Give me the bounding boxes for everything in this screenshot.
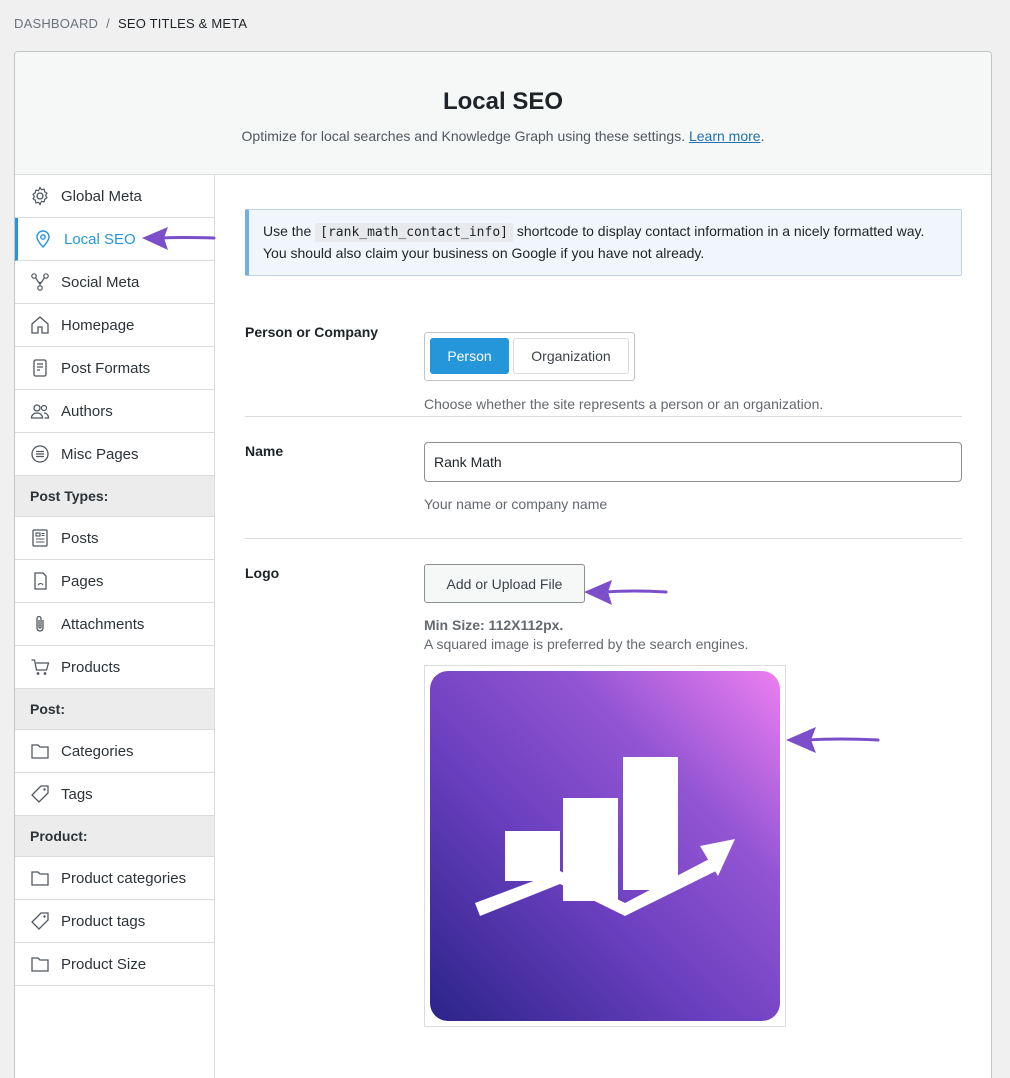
sidebar-item-label: Product Size bbox=[61, 955, 147, 973]
page-description-text: Optimize for local searches and Knowledg… bbox=[241, 128, 686, 144]
person-or-company-label: Person or Company bbox=[245, 324, 379, 340]
share-nodes-icon bbox=[29, 271, 51, 293]
sidebar-item-product-categories[interactable]: Product categories bbox=[15, 857, 215, 900]
sidebar-heading-post-types: Post Types: bbox=[15, 476, 215, 517]
breadcrumb-dashboard-link[interactable]: DASHBOARD bbox=[14, 16, 98, 31]
page-title: Local SEO bbox=[442, 88, 564, 115]
annotation-arrow-left bbox=[786, 727, 880, 753]
sidebar-item-categories[interactable]: Categories bbox=[15, 730, 215, 773]
folder-icon bbox=[29, 867, 51, 889]
person-company-toggle: Person Organization bbox=[424, 332, 635, 381]
paperclip-icon bbox=[29, 613, 51, 635]
main-content: Use the [rank_math_contact_info] shortco… bbox=[245, 209, 962, 1027]
sidebar-item-label: Global Meta bbox=[61, 187, 142, 205]
page-icon bbox=[29, 570, 51, 592]
name-control: Rank Math Your name or company name bbox=[424, 442, 962, 512]
list-circle-icon bbox=[29, 443, 51, 465]
logo-preview[interactable] bbox=[424, 665, 786, 1027]
sidebar-item-label: Authors bbox=[61, 402, 113, 420]
sidebar-item-label: Product tags bbox=[61, 912, 146, 930]
person-option-button[interactable]: Person bbox=[430, 338, 509, 374]
logo-label: Logo bbox=[245, 565, 280, 581]
sidebar-item-post-formats[interactable]: Post Formats bbox=[15, 347, 215, 390]
sidebar-item-product-size[interactable]: Product Size bbox=[15, 943, 215, 986]
sidebar-item-label: Posts bbox=[61, 529, 99, 547]
breadcrumb-separator: / bbox=[106, 16, 110, 31]
content-divider bbox=[214, 175, 215, 1078]
annotation-arrow-left bbox=[142, 227, 216, 250]
folder-icon bbox=[29, 953, 51, 975]
settings-sidebar: Global Meta Local SEO Social Meta Homepa… bbox=[15, 175, 215, 986]
divider bbox=[245, 538, 962, 539]
gear-icon bbox=[29, 185, 51, 207]
name-input[interactable]: Rank Math bbox=[424, 442, 962, 482]
sidebar-item-label: Product categories bbox=[61, 869, 187, 887]
breadcrumb: DASHBOARD / SEO TITLES & META bbox=[14, 16, 247, 31]
sidebar-item-global-meta[interactable]: Global Meta bbox=[15, 175, 215, 218]
name-label: Name bbox=[245, 443, 284, 459]
breadcrumb-current: SEO TITLES & META bbox=[117, 16, 248, 31]
shortcode-notice: Use the [rank_math_contact_info] shortco… bbox=[245, 209, 962, 276]
home-icon bbox=[29, 314, 51, 336]
rank-math-logo-image bbox=[430, 671, 780, 1021]
sidebar-item-label: Tags bbox=[61, 785, 93, 803]
cart-icon bbox=[29, 656, 51, 678]
person-or-company-help: Choose whether the site represents a per… bbox=[424, 396, 824, 412]
sidebar-item-pages[interactable]: Pages bbox=[15, 560, 215, 603]
sidebar-item-authors[interactable]: Authors bbox=[15, 390, 215, 433]
rank-math-logo-mark bbox=[475, 757, 735, 916]
sidebar-item-attachments[interactable]: Attachments bbox=[15, 603, 215, 646]
name-help: Your name or company name bbox=[424, 496, 608, 512]
tag-icon bbox=[29, 910, 51, 932]
users-icon bbox=[29, 400, 51, 422]
annotation-arrow-left bbox=[584, 580, 668, 605]
add-or-upload-file-button[interactable]: Add or Upload File bbox=[424, 564, 585, 603]
tag-icon bbox=[29, 783, 51, 805]
learn-more-link[interactable]: Learn more bbox=[689, 128, 761, 144]
sidebar-item-tags[interactable]: Tags bbox=[15, 773, 215, 816]
sidebar-item-label: Social Meta bbox=[61, 273, 140, 291]
sidebar-heading-post: Post: bbox=[15, 689, 215, 730]
page-header: Local SEO Optimize for local searches an… bbox=[15, 52, 991, 175]
location-pin-icon bbox=[32, 228, 54, 250]
logo-help: A squared image is preferred by the sear… bbox=[424, 636, 749, 652]
sidebar-item-label: Pages bbox=[61, 572, 104, 590]
settings-card: Local SEO Optimize for local searches an… bbox=[14, 51, 992, 1078]
sidebar-item-label: Homepage bbox=[61, 316, 135, 334]
sidebar-item-products[interactable]: Products bbox=[15, 646, 215, 689]
sidebar-item-misc-pages[interactable]: Misc Pages bbox=[15, 433, 215, 476]
organization-option-button[interactable]: Organization bbox=[513, 338, 629, 374]
sidebar-item-label: Products bbox=[61, 658, 121, 676]
sidebar-item-label: Local SEO bbox=[64, 230, 136, 248]
sidebar-item-social-meta[interactable]: Social Meta bbox=[15, 261, 215, 304]
folder-icon bbox=[29, 740, 51, 762]
sidebar-heading-product: Product: bbox=[15, 816, 215, 857]
description-period: . bbox=[760, 128, 765, 144]
posts-icon bbox=[29, 527, 51, 549]
logo-control: Add or Upload File Min Size: 112X112px. … bbox=[424, 564, 786, 1027]
document-icon bbox=[29, 357, 51, 379]
sidebar-item-posts[interactable]: Posts bbox=[15, 517, 215, 560]
sidebar-item-label: Post Formats bbox=[61, 359, 151, 377]
sidebar-item-homepage[interactable]: Homepage bbox=[15, 304, 215, 347]
sidebar-item-label: Categories bbox=[61, 742, 134, 760]
notice-text-before: Use the bbox=[263, 223, 316, 239]
sidebar-item-product-tags[interactable]: Product tags bbox=[15, 900, 215, 943]
shortcode-code: [rank_math_contact_info] bbox=[315, 223, 513, 242]
sidebar-item-label: Attachments bbox=[61, 615, 145, 633]
logo-min-size: Min Size: 112X112px. bbox=[424, 617, 564, 633]
page-description: Optimize for local searches and Knowledg… bbox=[15, 128, 991, 144]
divider bbox=[245, 416, 962, 417]
sidebar-item-label: Misc Pages bbox=[61, 445, 139, 463]
